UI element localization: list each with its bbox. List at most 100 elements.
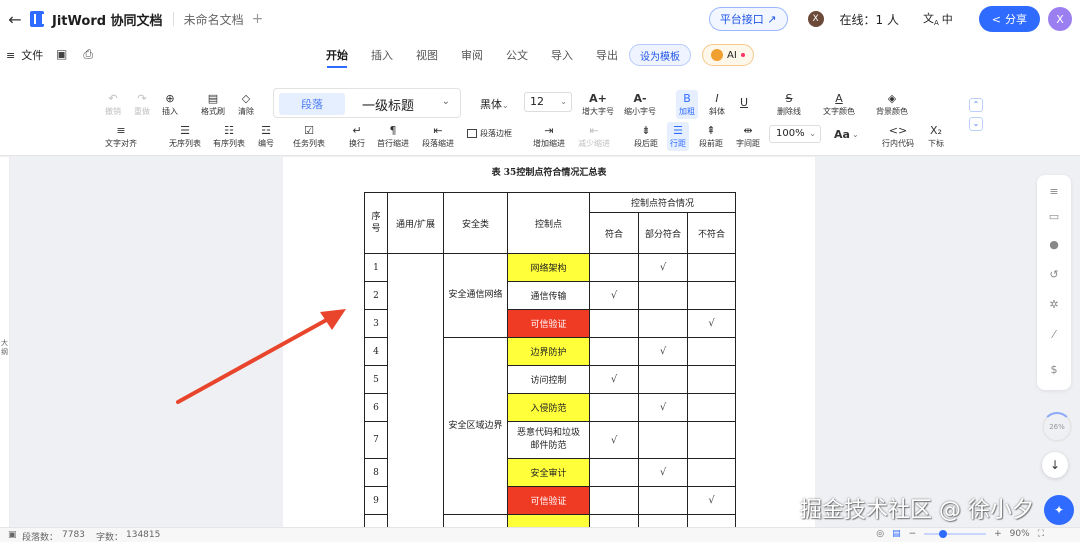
inline-code-button[interactable]: <> 行内代码 [882,124,914,149]
background-color-button[interactable]: ◈ 背景颜色 [876,92,908,117]
header-control: 控制点 [507,192,590,254]
ordered-list-button[interactable]: ☷ 有序列表 [213,124,245,149]
reading-progress: 26% [1042,412,1072,442]
chevron-down-icon[interactable]: ⌄ [442,96,450,107]
shrink-font-button[interactable]: A- 缩小字号 [624,92,656,117]
tab-view[interactable]: 视图 [416,47,461,63]
clear-format-button[interactable]: ◇ 清除 [238,92,254,117]
ai-button[interactable]: AI [702,44,754,66]
bold-button[interactable]: B 加粗 [676,90,698,119]
style-selector[interactable]: 段落 一级标题 ⌄ [273,88,461,118]
increase-indent-button[interactable]: ⇥ 增加缩进 [533,124,565,149]
history-icon[interactable]: ↺ [1037,268,1071,281]
chevron-down-icon: ⌄ [809,129,816,138]
space-after-button[interactable]: ⇟ 段后距 [634,124,658,149]
bold-icon: B [683,92,691,105]
compliance-table: 序号 通用/扩展 安全类 控制点 控制点符合情况 符合 部分符合 不符合 1 安… [364,192,736,542]
formatting-toolbar: ↶ 撤销 ↷ 重做 ⊕ 插入 ▤ 格式刷 ◇ 清除 段落 一级标题 ⌄ 黑体⌄ 12 ⌄ A… [0,72,1080,156]
line-break-button[interactable]: ↵ 换行 [349,124,365,149]
zoom-slider[interactable] [924,530,987,538]
task-list-button[interactable]: ☑ 任务列表 [293,124,325,149]
zoom-out-icon[interactable]: − [909,529,917,539]
notification-dot [740,53,745,57]
style-paragraph[interactable]: 段落 [279,93,345,115]
redo-button[interactable]: ↷ 重做 [134,92,150,117]
top-bar: ← JitWord 协同文档 未命名文档 + 平台接口 ↗ X 在线：1 人 文… [0,0,1080,38]
document-page[interactable]: 表 35控制点符合情况汇总表 序号 通用/扩展 安全类 控制点 控制点符合情况 … [283,157,815,542]
strikethrough-button[interactable]: S 删除线 [777,92,801,117]
para-border-button[interactable]: 段落边框 [467,128,512,139]
line-spacing-button[interactable]: ☰ 行距 [667,122,689,151]
ribbon-tabs: 开始 插入 视图 审阅 公文 导入 导出 [326,47,641,68]
magic-wand-icon[interactable]: ⁄ [1037,328,1071,341]
set-template-button[interactable]: 设为模板 [629,44,691,66]
eraser-icon: ◇ [241,92,251,105]
divider [172,12,174,26]
print-icon[interactable]: ⎙ [83,47,93,62]
format-painter-button[interactable]: ▤ 格式刷 [201,92,225,117]
globe-icon[interactable]: ◎ [876,529,884,539]
zoom-in-icon[interactable]: + [994,529,1002,539]
outline-toggle[interactable]: 大纲 [0,157,10,527]
online-count: 在线：1 人 [839,12,899,27]
insert-button[interactable]: ⊕ 插入 [162,92,178,117]
paragraph-count: 7783 [62,530,85,540]
tab-insert[interactable]: 插入 [371,47,416,63]
comment-icon[interactable]: ▭ [1037,210,1071,223]
arrow-left-icon[interactable]: ← [4,10,26,29]
para-indent-button[interactable]: ⇤ 段落缩进 [422,124,454,149]
zoom-select[interactable]: 100% ⌄ [769,125,821,143]
grow-font-button[interactable]: A+ 增大字号 [582,92,614,117]
code-icon: <> [888,124,908,137]
case-button[interactable]: Aa ⌄ [834,128,859,141]
share-button[interactable]: < 分享 [978,6,1040,32]
language-switch[interactable]: 文A 中 [923,10,953,27]
font-family-select[interactable]: 黑体⌄ [480,96,509,112]
gear-icon[interactable]: ✲ [1037,298,1071,311]
zoom-slider-thumb[interactable] [938,530,947,538]
status-bar: ▣ 段落数： 7783 字数： 134815 ◎ ▤ − + 90% ⛶ [0,527,1080,542]
profile-avatar[interactable]: X [1048,7,1072,31]
space-before-button[interactable]: ⇞ 段前距 [699,124,723,149]
document-name[interactable]: 未命名文档 [184,11,244,28]
page-view-icon[interactable]: ▤ [892,529,901,539]
chevron-down-icon: ⌄ [560,97,567,106]
decrease-indent-button[interactable]: ⇤ 减少缩进 [578,124,610,149]
font-increase-icon: A+ [589,92,607,105]
category-cell: 安全区域边界 [443,337,508,515]
numbering-button[interactable]: ☲ 编号 [258,124,274,149]
tab-review[interactable]: 审阅 [461,47,506,63]
first-indent-button[interactable]: ¶ 首行缩进 [377,124,409,149]
subscript-button[interactable]: X₂ 下标 [928,124,944,149]
file-menu[interactable]: ≡ 文件 [6,47,43,63]
chevron-up-icon[interactable]: ⌃ [969,98,983,112]
font-color-button[interactable]: A 文字颜色 [823,92,855,117]
tab-home[interactable]: 开始 [326,47,371,68]
save-icon[interactable]: ▣ [56,47,67,62]
tab-official[interactable]: 公文 [506,47,551,63]
dollar-icon[interactable]: $ [1037,363,1071,376]
ai-assistant-button[interactable]: ✦ [1044,495,1074,525]
case-icon: Aa [834,128,850,141]
undo-button[interactable]: ↶ 撤销 [105,92,121,117]
translate-icon: 文A [922,12,939,28]
style-heading-1[interactable]: 一级标题 [362,95,414,114]
font-size-select[interactable]: 12 ⌄ [524,92,572,112]
text-align-button[interactable]: ≡ 文字对齐 [105,124,137,149]
user-avatar[interactable]: X [807,11,824,27]
platform-api-button[interactable]: 平台接口 ↗ [708,7,788,31]
fullscreen-icon[interactable]: ⛶ [1038,529,1044,539]
line-break-icon: ↵ [352,124,362,137]
underline-button[interactable]: U [740,96,748,110]
tab-import[interactable]: 导入 [551,47,596,63]
info-icon[interactable]: ● [1037,238,1071,251]
menu-icon[interactable]: ≡ [1037,185,1071,198]
italic-button[interactable]: I 斜体 [709,92,725,117]
border-icon [467,129,477,138]
letter-spacing-button[interactable]: ⇹ 字间距 [736,124,760,149]
unordered-list-button[interactable]: ☰ 无序列表 [169,124,201,149]
jitword-logo-icon [30,11,44,27]
new-document-icon[interactable]: + [252,11,264,27]
scroll-down-button[interactable]: ↓ [1042,452,1068,478]
chevron-down-icon[interactable]: ⌄ [969,117,983,131]
